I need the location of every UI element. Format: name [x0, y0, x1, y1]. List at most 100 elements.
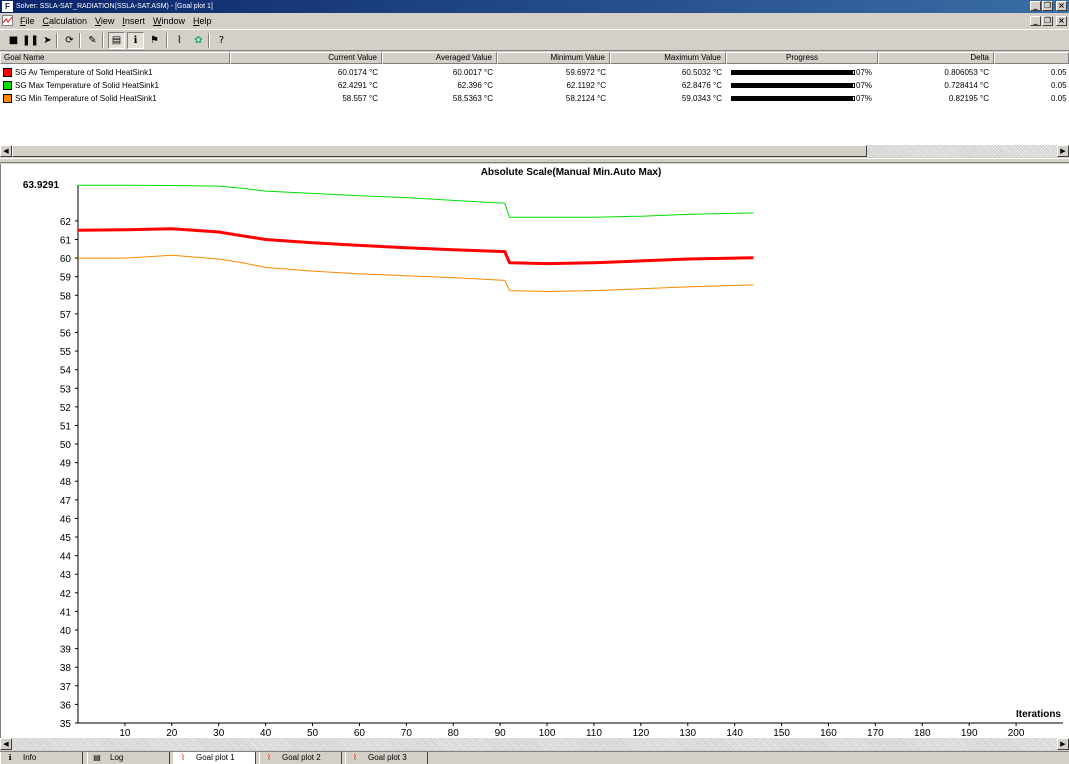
- menu-window[interactable]: Window: [149, 15, 189, 27]
- scroll-track[interactable]: [867, 145, 1057, 157]
- x-tick-label: 190: [961, 728, 978, 738]
- info-button[interactable]: ℹ: [127, 32, 144, 49]
- plot-hscrollbar[interactable]: ◀ ▶: [0, 738, 1069, 750]
- toolbar-separator: [102, 33, 104, 48]
- goal-plot-icon: ⌇: [181, 753, 185, 762]
- y-tick-label: 52: [60, 403, 72, 414]
- menu-insert[interactable]: Insert: [118, 15, 149, 27]
- scroll-right-icon[interactable]: ▶: [1057, 145, 1069, 157]
- y-tick-label: 61: [60, 235, 72, 246]
- goal-progress-fill: [732, 97, 853, 100]
- doc-restore-icon[interactable]: ❐: [1042, 16, 1053, 26]
- goal-color-swatch: [3, 81, 12, 90]
- tab-info[interactable]: ℹ Info: [0, 752, 83, 764]
- palette-button[interactable]: ✿: [190, 32, 207, 49]
- pane-splitter[interactable]: [0, 158, 1069, 163]
- goal-plot-chart: Absolute Scale(Manual Min.Auto Max) 63.9…: [23, 167, 1063, 738]
- menu-view[interactable]: View: [91, 15, 118, 27]
- table-row[interactable]: SG Av Temperature of Solid HeatSink1 60.0…: [0, 66, 1069, 79]
- y-tick-label: 37: [60, 682, 72, 693]
- step-button[interactable]: ➤: [39, 32, 56, 49]
- x-tick-label: 140: [726, 728, 743, 738]
- goal-plot-doc-icon[interactable]: [2, 15, 13, 26]
- column-header-averaged-value[interactable]: Averaged Value: [382, 52, 497, 64]
- column-header-minimum-value[interactable]: Minimum Value: [497, 52, 610, 64]
- goal-criteria-value: 0.05: [1051, 68, 1067, 77]
- solver-window: F Solver: SSLA-SAT_RADIATION(SSLA-SAT.AS…: [0, 0, 1069, 764]
- goal-progress-text: 07%: [856, 68, 873, 77]
- scroll-left-icon[interactable]: ◀: [0, 145, 12, 157]
- close-icon[interactable]: ×: [1056, 1, 1067, 11]
- help-button[interactable]: ?: [213, 32, 230, 49]
- flag-button[interactable]: ⚑: [146, 32, 163, 49]
- goal-delta-value: 0.728414 °C: [944, 81, 989, 90]
- y-tick-label: 57: [60, 310, 72, 321]
- column-header-maximum-value[interactable]: Maximum Value: [610, 52, 726, 64]
- goal-maximum-value: 60.5032 °C: [681, 68, 722, 77]
- goal-color-swatch: [3, 94, 12, 103]
- y-tick-label: 60: [60, 254, 72, 265]
- solver-app-icon[interactable]: F: [2, 1, 13, 12]
- minimize-icon[interactable]: _: [1030, 1, 1041, 11]
- goal-plot-button[interactable]: ⌇: [171, 32, 188, 49]
- tab-goal-plot-1[interactable]: ⌇ Goal plot 1: [173, 752, 256, 764]
- info-icon: ℹ: [8, 753, 12, 762]
- plot-scroll-right-icon[interactable]: ▶: [1057, 738, 1069, 750]
- tab-goal-plot-2[interactable]: ⌇ Goal plot 2: [259, 752, 342, 764]
- y-tick-label: 49: [60, 459, 72, 470]
- column-header-progress[interactable]: Progress: [726, 52, 878, 64]
- x-tick-label: 30: [213, 728, 225, 738]
- x-tick-label: 10: [119, 728, 131, 738]
- document-tabs: ℹ Info ▤ Log ⌇ Goal plot 1 ⌇ Goal plot 2 ⌇ Goal p…: [0, 751, 1069, 764]
- table-row[interactable]: SG Min Temperature of Solid HeatSink1 58.…: [0, 92, 1069, 105]
- column-header-extra[interactable]: [994, 52, 1069, 64]
- column-header-delta[interactable]: Delta: [878, 52, 994, 64]
- x-tick-label: 90: [495, 728, 507, 738]
- tab-label: Goal plot 1: [196, 753, 235, 762]
- goal-minimum-value: 58.2124 °C: [565, 94, 606, 103]
- chart-series: [77, 184, 754, 292]
- stop-button[interactable]: ■: [5, 32, 22, 49]
- y-tick-label: 54: [60, 366, 72, 377]
- y-tick-label: 51: [60, 421, 72, 432]
- goal-averaged-value: 58.5363 °C: [452, 94, 493, 103]
- palette-icon: ✿: [194, 35, 203, 46]
- pause-button[interactable]: ❚❚: [22, 32, 39, 49]
- chart-axes: [77, 185, 1063, 724]
- doc-minimize-icon[interactable]: _: [1030, 16, 1041, 26]
- toolbar-separator: [56, 33, 58, 48]
- pin-button[interactable]: ✎: [84, 32, 101, 49]
- menu-help[interactable]: Help: [189, 15, 216, 27]
- goal-criteria-value: 0.05: [1051, 81, 1067, 90]
- y-tick-label: 44: [60, 552, 72, 563]
- refresh-button[interactable]: ⟳: [61, 32, 78, 49]
- tab-log[interactable]: ▤ Log: [87, 752, 170, 764]
- y-tick-label: 39: [60, 645, 72, 656]
- menu-file[interactable]: File: [16, 15, 39, 27]
- column-header-goal-name[interactable]: Goal Name: [0, 52, 230, 64]
- plot-scroll-left-icon[interactable]: ◀: [0, 738, 12, 750]
- x-tick-label: 130: [679, 728, 696, 738]
- column-header-current-value[interactable]: Current Value: [230, 52, 382, 64]
- scroll-thumb[interactable]: [12, 145, 867, 157]
- doc-close-icon[interactable]: ×: [1056, 16, 1067, 26]
- toolbar: ■ ❚❚ ➤ ⟳ ✎ ▤ ℹ ⚑ ⌇ ✿?: [0, 29, 1069, 51]
- restore-icon[interactable]: ❐: [1042, 1, 1053, 11]
- y-tick-label: 40: [60, 626, 72, 637]
- x-tick-label: 80: [448, 728, 460, 738]
- x-tick-label: 50: [307, 728, 319, 738]
- stop-icon: ■: [8, 35, 19, 46]
- menu-bar: File Calculation View Insert Window Help _ ❐ …: [0, 14, 1069, 28]
- document-button[interactable]: ▤: [108, 32, 125, 49]
- goal-table-hscrollbar[interactable]: ◀ ▶: [0, 145, 1069, 157]
- plot-scroll-track[interactable]: [12, 738, 1057, 750]
- menu-calculation[interactable]: Calculation: [39, 15, 92, 27]
- tab-goal-plot-3[interactable]: ⌇ Goal plot 3: [345, 752, 428, 764]
- table-row[interactable]: SG Max Temperature of Solid HeatSink1 62.…: [0, 79, 1069, 92]
- goal-name: SG Min Temperature of Solid HeatSink1: [15, 94, 157, 103]
- toolbar-separator: [166, 33, 168, 48]
- title-bar: F Solver: SSLA-SAT_RADIATION(SSLA-SAT.AS…: [0, 0, 1069, 13]
- series-line-1: [78, 184, 754, 218]
- x-tick-label: 200: [1008, 728, 1025, 738]
- menu: File Calculation View Insert Window Help: [16, 15, 215, 27]
